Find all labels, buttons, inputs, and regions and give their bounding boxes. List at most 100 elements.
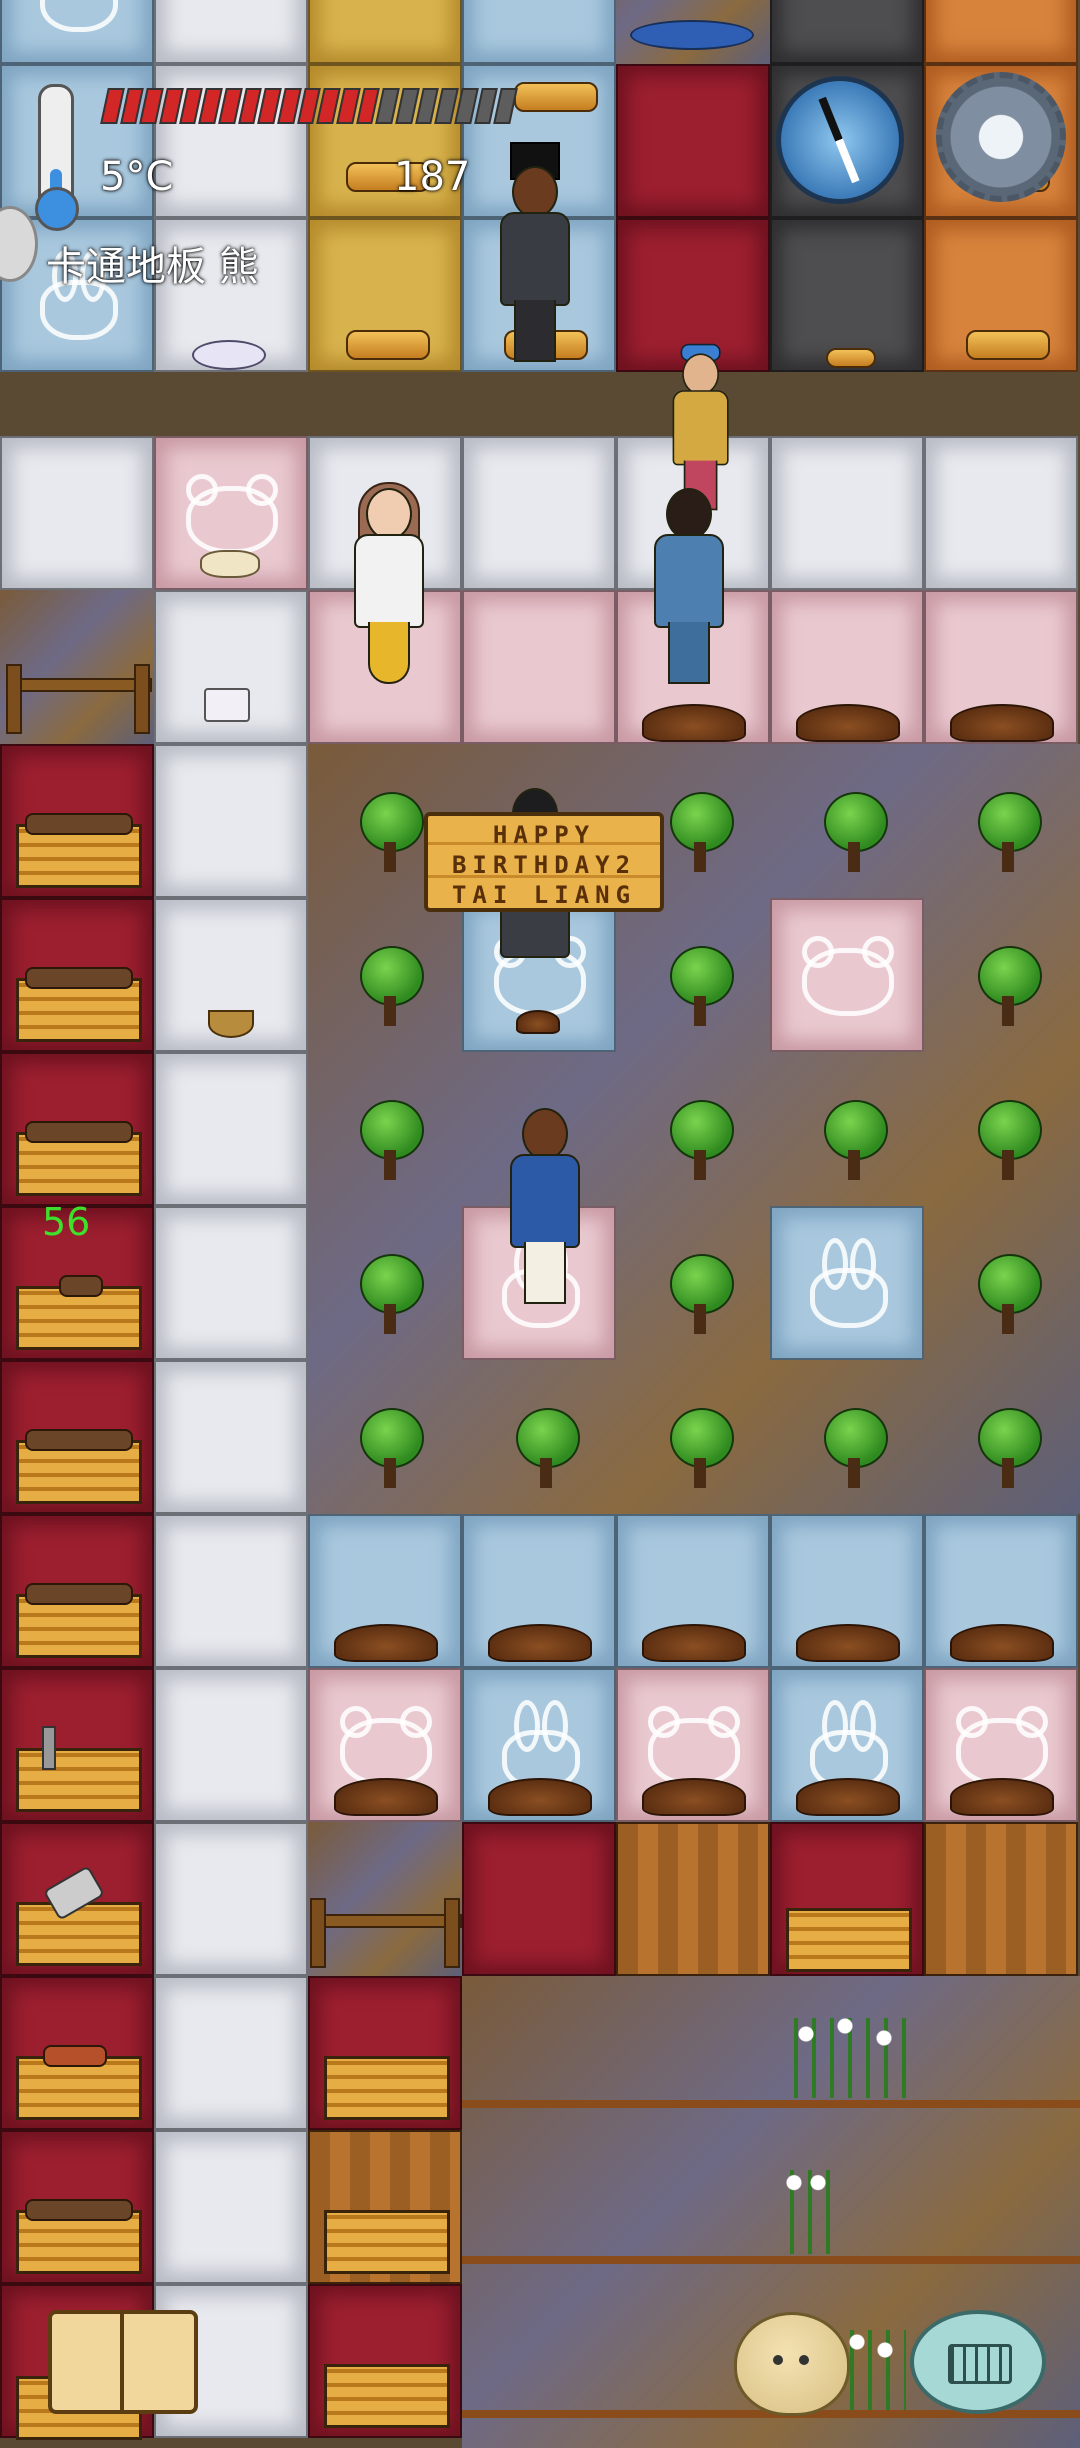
floor-tile[interactable] bbox=[770, 1822, 924, 1976]
soil-pile[interactable] bbox=[796, 1624, 900, 1662]
berry-bush[interactable] bbox=[978, 792, 1042, 872]
floor-tile[interactable] bbox=[154, 2130, 308, 2284]
floor-tile[interactable] bbox=[154, 744, 308, 898]
berry-bush[interactable] bbox=[670, 792, 734, 872]
wood-floor-tile[interactable] bbox=[308, 2130, 462, 2284]
birthday-sign[interactable]: HAPPY BIRTHDAY2 TAI LIANG bbox=[424, 812, 664, 912]
soil-pile[interactable] bbox=[488, 1778, 592, 1816]
berry-bush[interactable] bbox=[978, 1254, 1042, 1334]
shoes-item[interactable] bbox=[204, 688, 250, 722]
floor-tile[interactable] bbox=[770, 1668, 924, 1822]
storage-crate[interactable] bbox=[16, 1121, 142, 1196]
fence-post[interactable] bbox=[310, 1898, 326, 1968]
floor-tile[interactable] bbox=[0, 1822, 154, 1976]
soil-pile[interactable] bbox=[642, 704, 746, 742]
floor-tile[interactable] bbox=[924, 1668, 1078, 1822]
berry-bush[interactable] bbox=[670, 946, 734, 1026]
floor-tile[interactable] bbox=[770, 1514, 924, 1668]
floor-tile[interactable] bbox=[616, 64, 770, 218]
berry-bush[interactable] bbox=[360, 946, 424, 1026]
cloth-item[interactable] bbox=[200, 550, 260, 578]
floor-tile[interactable] bbox=[770, 0, 924, 64]
floor-tile[interactable] bbox=[0, 898, 154, 1052]
floor-tile[interactable] bbox=[770, 898, 924, 1052]
berry-bush[interactable] bbox=[670, 1100, 734, 1180]
floor-tile[interactable] bbox=[616, 1668, 770, 1822]
soil-pile[interactable] bbox=[334, 1778, 438, 1816]
floor-tile[interactable] bbox=[154, 436, 308, 590]
floor-tile[interactable] bbox=[924, 1514, 1078, 1668]
fence-post[interactable] bbox=[134, 664, 150, 734]
floor-tile[interactable] bbox=[154, 1514, 308, 1668]
berry-bush[interactable] bbox=[360, 1408, 424, 1488]
floor-tile[interactable] bbox=[0, 1052, 154, 1206]
storage-crate[interactable] bbox=[16, 1429, 142, 1504]
player-character-girl[interactable] bbox=[332, 470, 442, 700]
floor-tile[interactable] bbox=[0, 590, 154, 744]
floor-tile[interactable] bbox=[308, 1668, 462, 1822]
floor-tile[interactable] bbox=[154, 1976, 308, 2130]
floor-tile[interactable] bbox=[308, 2284, 462, 2438]
floor-tile[interactable] bbox=[154, 1822, 308, 1976]
floor-tile[interactable] bbox=[0, 1976, 154, 2130]
soil-pile[interactable] bbox=[950, 1778, 1054, 1816]
floor-tile[interactable] bbox=[770, 436, 924, 590]
floor-tile[interactable] bbox=[770, 218, 924, 372]
soil-pile[interactable] bbox=[334, 1624, 438, 1662]
berry-bush[interactable] bbox=[360, 792, 424, 872]
player-character-blue-shirt[interactable] bbox=[488, 1090, 598, 1320]
floor-tile[interactable] bbox=[308, 1514, 462, 1668]
player-character-top-hat[interactable] bbox=[478, 142, 588, 378]
floor-tile[interactable] bbox=[462, 0, 616, 64]
floor-tile[interactable] bbox=[308, 0, 462, 64]
keyboard-chat-icon[interactable] bbox=[910, 2310, 1046, 2414]
storage-crate[interactable] bbox=[16, 967, 142, 1042]
emote-face-icon[interactable] bbox=[734, 2312, 850, 2416]
soil-pile[interactable] bbox=[950, 704, 1054, 742]
tool-item[interactable] bbox=[42, 1726, 56, 1770]
floor-tile[interactable] bbox=[0, 1514, 154, 1668]
berry-bush[interactable] bbox=[824, 792, 888, 872]
storage-crate[interactable] bbox=[786, 1908, 912, 1972]
floor-tile[interactable] bbox=[154, 1668, 308, 1822]
wood-floor-tile[interactable] bbox=[616, 1822, 770, 1976]
berry-bush[interactable] bbox=[978, 1100, 1042, 1180]
cloth-item[interactable] bbox=[192, 340, 266, 370]
floor-tile[interactable] bbox=[0, 0, 154, 64]
berry-bush[interactable] bbox=[360, 1254, 424, 1334]
storage-crate[interactable] bbox=[324, 2210, 450, 2274]
pond[interactable] bbox=[630, 20, 754, 50]
floor-tile[interactable] bbox=[0, 744, 154, 898]
floor-tile[interactable] bbox=[154, 898, 308, 1052]
floor-tile[interactable] bbox=[462, 436, 616, 590]
floor-tile[interactable] bbox=[462, 590, 616, 744]
floor-tile[interactable] bbox=[462, 1514, 616, 1668]
compass-icon[interactable] bbox=[776, 76, 904, 204]
berry-bush[interactable] bbox=[978, 1408, 1042, 1488]
bread-item[interactable] bbox=[966, 330, 1050, 360]
flower-plant[interactable] bbox=[776, 2170, 836, 2254]
floor-tile[interactable] bbox=[770, 590, 924, 744]
floor-tile[interactable] bbox=[0, 436, 154, 590]
soil-pile[interactable] bbox=[488, 1624, 592, 1662]
floor-tile[interactable] bbox=[616, 1514, 770, 1668]
berry-bush[interactable] bbox=[670, 1408, 734, 1488]
floor-tile[interactable] bbox=[308, 1822, 462, 1976]
berry-bush[interactable] bbox=[670, 1254, 734, 1334]
storage-crate[interactable] bbox=[16, 813, 142, 888]
berry-bush[interactable] bbox=[824, 1408, 888, 1488]
floor-tile[interactable] bbox=[924, 590, 1078, 744]
storage-crate[interactable] bbox=[16, 2045, 142, 2120]
fence-post[interactable] bbox=[6, 664, 22, 734]
flower-plant[interactable] bbox=[780, 2018, 910, 2098]
bread-item[interactable] bbox=[514, 82, 598, 112]
fence-post[interactable] bbox=[444, 1898, 460, 1968]
storage-crate[interactable] bbox=[16, 1275, 142, 1350]
bread-item[interactable] bbox=[826, 348, 876, 368]
floor-tile[interactable] bbox=[924, 218, 1078, 372]
storage-crate[interactable] bbox=[16, 1748, 142, 1812]
fence[interactable] bbox=[8, 678, 152, 692]
floor-tile[interactable] bbox=[154, 0, 308, 64]
storage-crate[interactable] bbox=[324, 2364, 450, 2428]
floor-tile[interactable] bbox=[924, 436, 1078, 590]
